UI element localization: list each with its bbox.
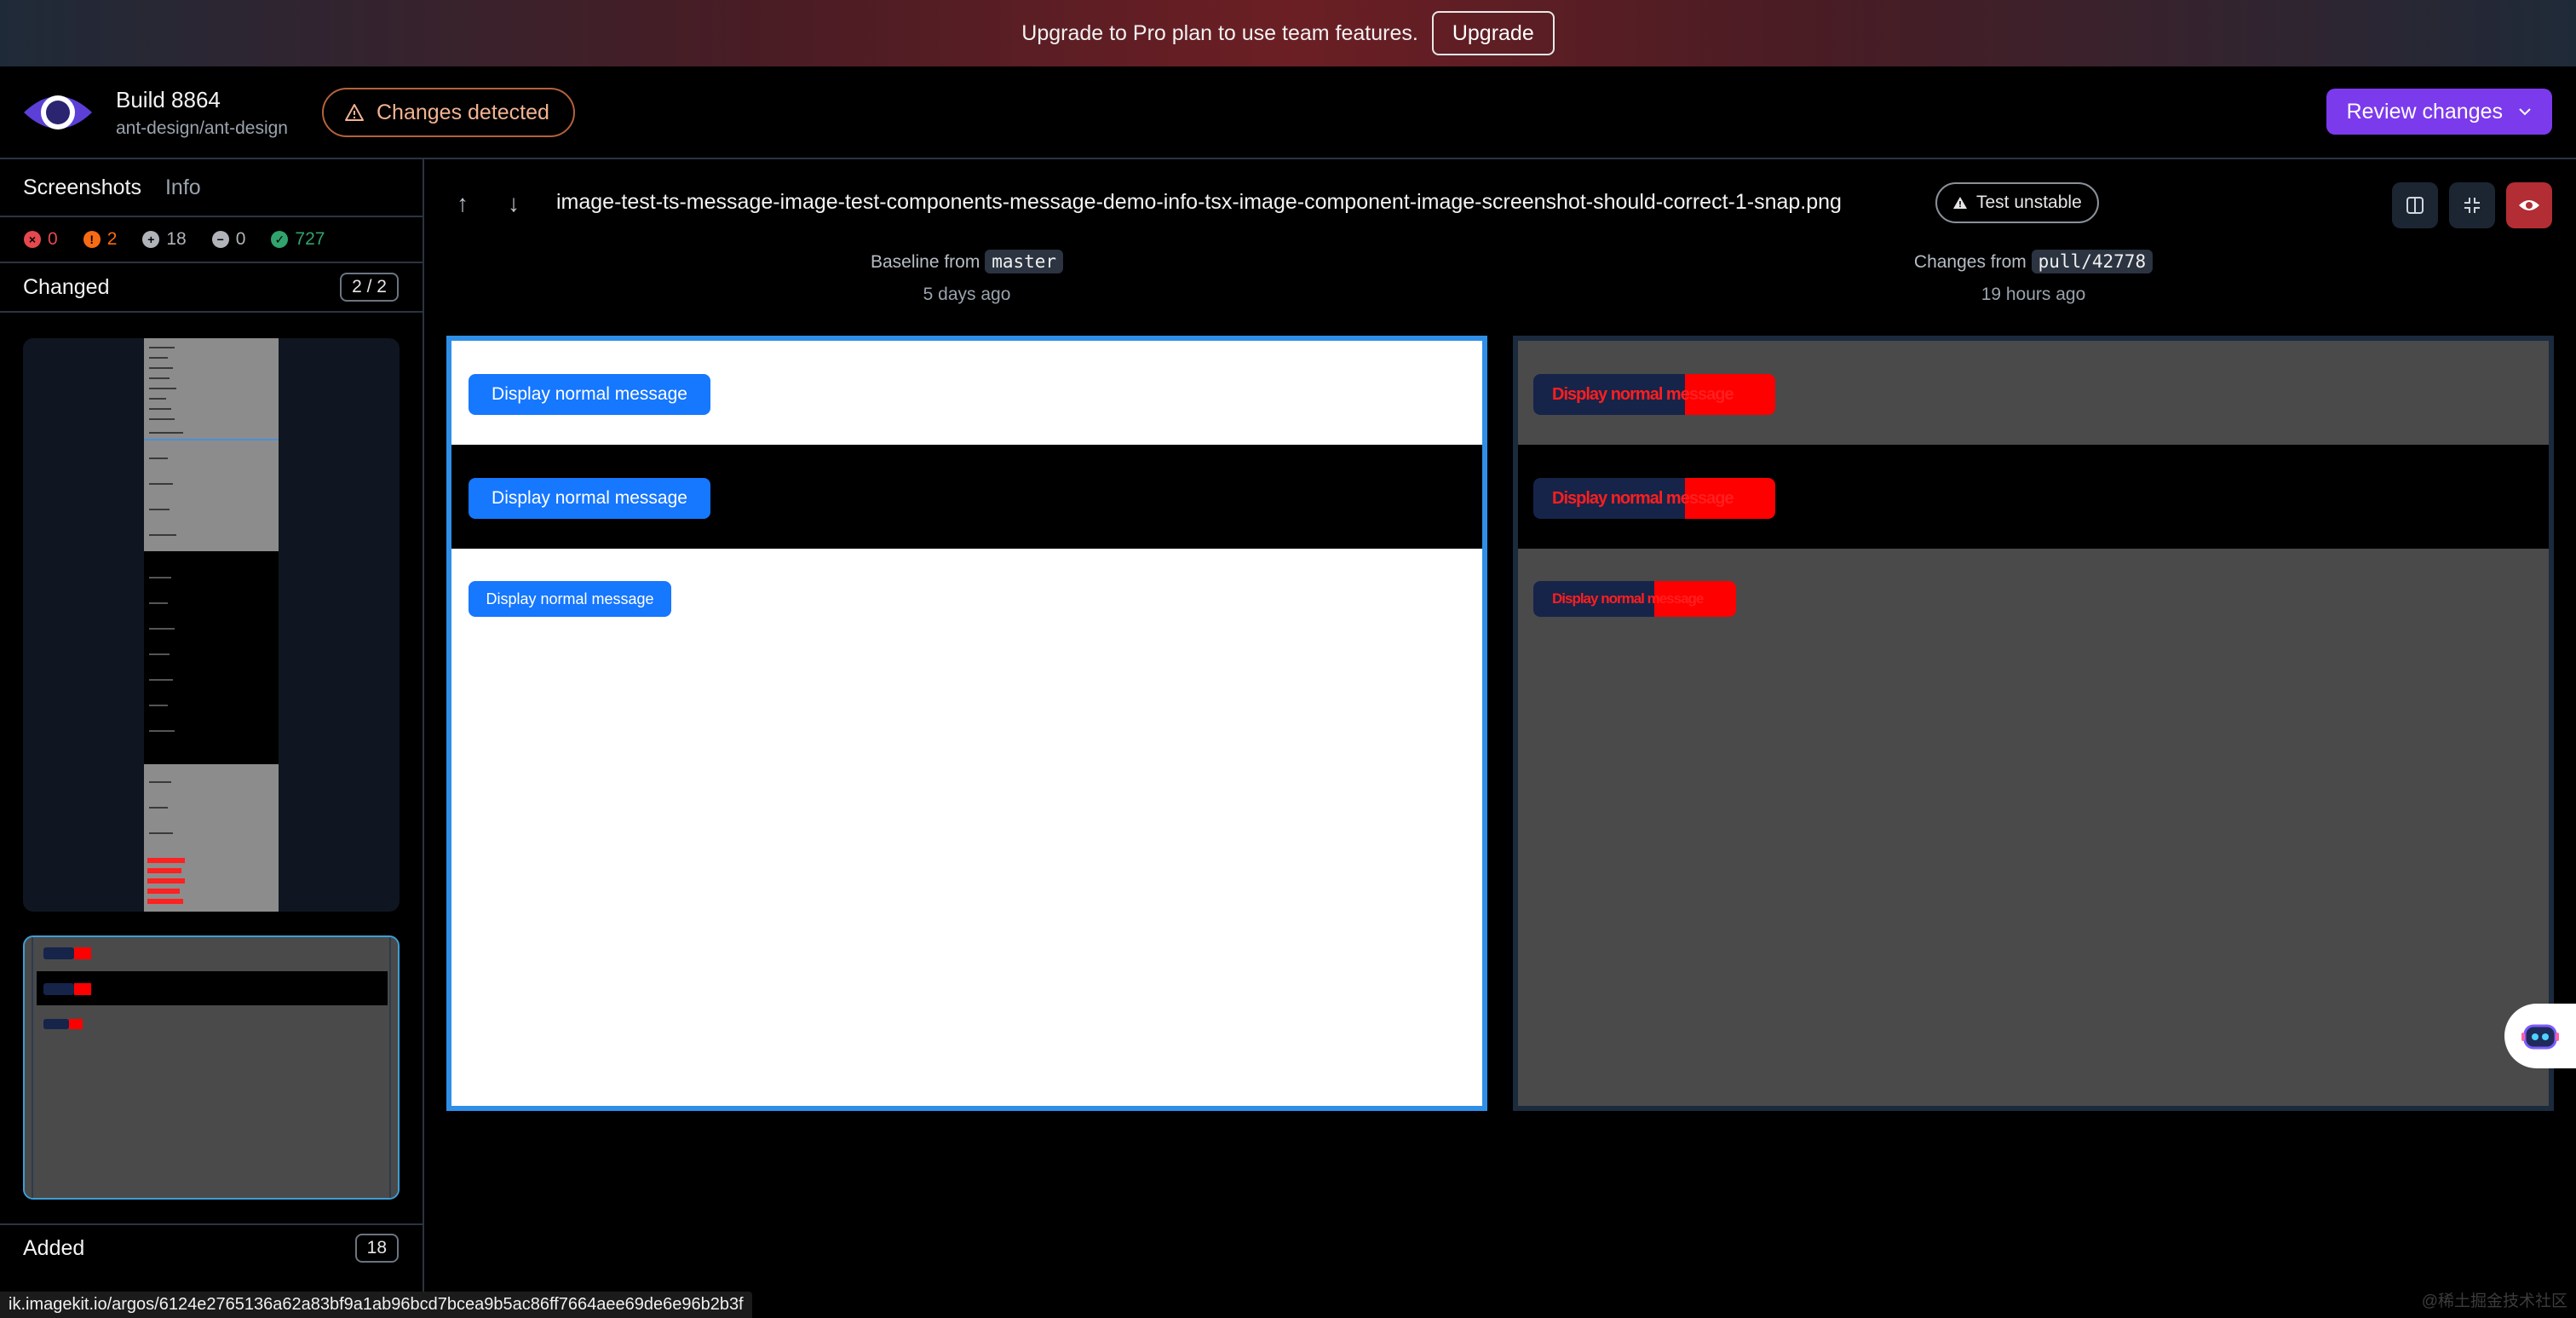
stat-removed[interactable]: − 0 (211, 229, 246, 250)
baseline-screenshot[interactable]: Display normal message Display normal me… (446, 336, 1487, 1111)
display-message-button-small[interactable]: Display normal message (469, 581, 671, 617)
changed-count: 2 / 2 (340, 273, 399, 302)
repo-name: ant-design/ant-design (116, 118, 288, 138)
baseline-branch[interactable]: master (985, 250, 1064, 273)
sidebar-tabs: Screenshots Info (0, 159, 423, 217)
removed-icon: − (211, 231, 229, 248)
tab-screenshots[interactable]: Screenshots (23, 176, 141, 200)
arrow-up-icon[interactable]: ↑ (457, 190, 469, 217)
fit-view-toggle-button[interactable] (2449, 182, 2495, 228)
diff-highlight: Display normal message (1533, 374, 1775, 415)
diff-text: Display normal message (1552, 590, 1704, 607)
watermark: @稀土掘金技术社区 (2421, 1292, 2567, 1310)
arrow-down-icon[interactable]: ↓ (508, 190, 520, 217)
shrink-icon (2464, 198, 2480, 213)
review-changes-label: Review changes (2346, 99, 2503, 124)
chevron-down-icon (2519, 108, 2531, 116)
sidebar: Screenshots Info × 0 ! 2 + 18 − 0 ✓ 727 … (0, 159, 424, 1318)
stat-changed-value: 2 (106, 229, 118, 249)
baseline-header: Baseline from master 5 days ago (446, 250, 1487, 305)
changed-icon: ! (83, 231, 101, 248)
upgrade-banner: Upgrade to Pro plan to use team features… (0, 0, 2576, 66)
added-icon: + (142, 231, 160, 248)
stat-removed-value: 0 (235, 229, 246, 249)
changed-group-header[interactable]: Changed 2 / 2 (0, 263, 423, 313)
stat-added-value: 18 (166, 229, 187, 249)
diff-highlight: Display normal message (1533, 478, 1775, 519)
warning-icon (1953, 197, 1967, 209)
screenshot-filename: image-test-ts-message-image-test-compone… (556, 190, 1842, 214)
screenshot-thumbnail[interactable] (23, 338, 400, 912)
changes-header: Changes from pull/42778 19 hours ago (1513, 250, 2554, 305)
tab-info[interactable]: Info (165, 176, 201, 200)
stats-bar: × 0 ! 2 + 18 − 0 ✓ 727 (0, 217, 423, 263)
assistant-launcher[interactable] (2504, 1004, 2576, 1068)
build-title: Build 8864 (116, 87, 221, 112)
status-badge-label: Changes detected (377, 100, 549, 124)
baseline-ago: 5 days ago (923, 285, 1011, 304)
split-view-icon (2406, 197, 2424, 214)
stat-failure-value: 0 (48, 229, 58, 249)
side-by-side-toggle-button[interactable] (2392, 182, 2438, 228)
display-message-button[interactable]: Display normal message (469, 478, 710, 519)
stat-added[interactable]: + 18 (142, 229, 187, 250)
thumbnail-preview (144, 338, 279, 912)
upgrade-button[interactable]: Upgrade (1431, 11, 1555, 55)
thumbnail-preview (25, 937, 398, 1198)
status-url: ik.imagekit.io/argos/6124e2765136a62a83b… (0, 1292, 752, 1318)
display-message-button[interactable]: Display normal message (469, 374, 710, 415)
robot-icon (2521, 1024, 2559, 1050)
eye-icon (2519, 200, 2539, 210)
screenshot-thumbnail-selected[interactable] (23, 935, 400, 1200)
changes-ago: 19 hours ago (1981, 285, 2086, 304)
stat-unchanged[interactable]: ✓ 727 (271, 229, 325, 250)
stat-unchanged-value: 727 (295, 229, 325, 249)
added-group-header[interactable]: Added 18 (0, 1223, 423, 1271)
argos-logo-icon[interactable] (22, 87, 94, 138)
stat-changed[interactable]: ! 2 (83, 229, 118, 250)
diff-text: Display normal message (1552, 488, 1734, 508)
stat-failure[interactable]: × 0 (24, 229, 58, 250)
changed-group-title: Changed (23, 274, 110, 299)
warning-icon (345, 104, 364, 121)
changes-screenshot[interactable]: Display normal message Display normal me… (1513, 336, 2554, 1111)
banner-text: Upgrade to Pro plan to use team features… (1021, 20, 1418, 45)
test-unstable-label: Test unstable (1976, 193, 2082, 212)
build-info: Build 8864 ant-design/ant-design (116, 87, 288, 139)
status-badge: Changes detected (322, 88, 575, 137)
screenshot-toolbar: ↑ ↓ image-test-ts-message-image-test-com… (424, 159, 2576, 248)
header: Build 8864 ant-design/ant-design Changes… (0, 66, 2576, 159)
added-group-title: Added (23, 1235, 85, 1260)
baseline-prefix: Baseline from (870, 252, 980, 272)
added-count: 18 (354, 1234, 399, 1263)
changes-prefix: Changes from (1913, 252, 2027, 272)
test-unstable-badge[interactable]: Test unstable (1935, 182, 2099, 223)
diff-text: Display normal message (1552, 384, 1734, 404)
changes-branch[interactable]: pull/42778 (2031, 250, 2153, 273)
diff-overlay-toggle-button[interactable] (2506, 182, 2552, 228)
diff-highlight: Display normal message (1533, 581, 1736, 617)
failure-icon: × (24, 231, 41, 248)
main-panel: ↑ ↓ image-test-ts-message-image-test-com… (424, 159, 2576, 1318)
review-changes-button[interactable]: Review changes (2326, 89, 2552, 135)
unchanged-icon: ✓ (271, 231, 289, 248)
